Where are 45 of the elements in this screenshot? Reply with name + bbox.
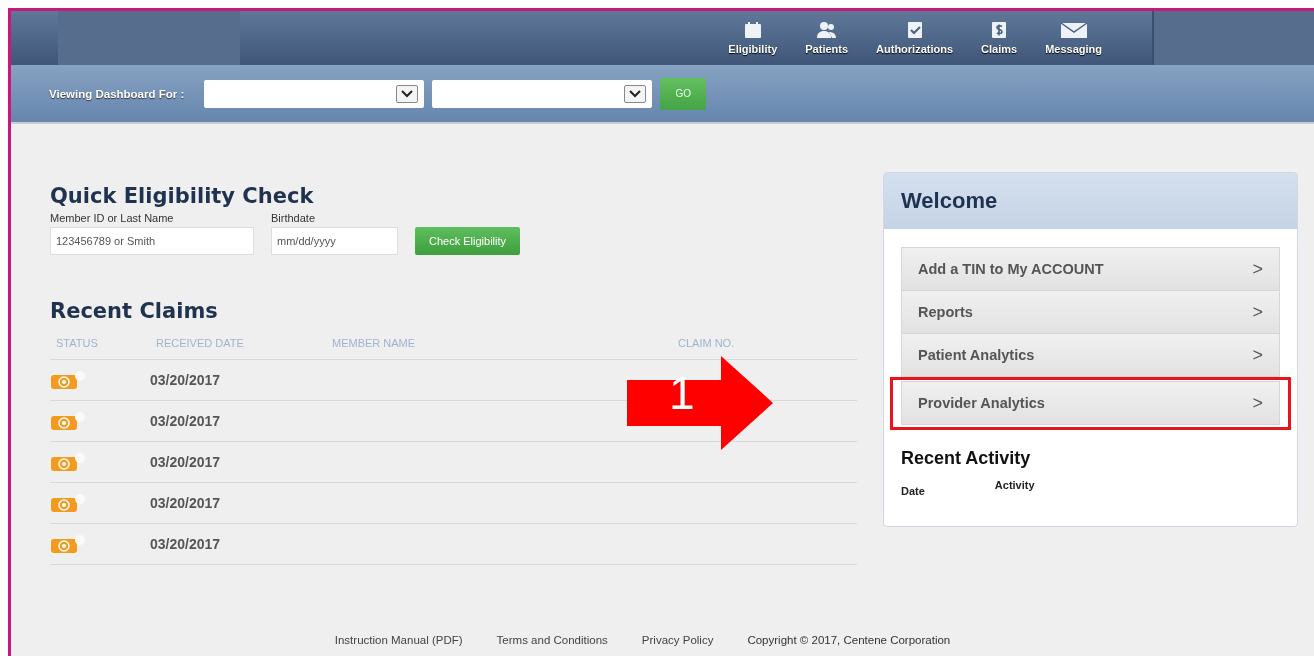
nav-item[interactable]: Claims bbox=[967, 21, 1032, 55]
nav-item[interactable]: Authorizations bbox=[862, 21, 968, 55]
column-header: STATUS bbox=[50, 329, 150, 360]
mail-icon bbox=[1059, 21, 1088, 39]
dropdown[interactable] bbox=[432, 79, 653, 108]
caret-icon bbox=[624, 84, 647, 103]
caret-icon bbox=[396, 84, 419, 103]
status-icon bbox=[50, 494, 86, 512]
input-field[interactable]: 123456789 or Smith bbox=[50, 227, 254, 255]
date-text: 03/20/2017 bbox=[150, 454, 221, 470]
dropdown[interactable] bbox=[204, 79, 425, 108]
nav-item[interactable]: Eligibility bbox=[714, 21, 792, 55]
nav-item[interactable]: Messaging bbox=[1031, 21, 1116, 55]
field-label: Birthdate bbox=[271, 212, 317, 224]
date-text: 03/20/2017 bbox=[150, 413, 221, 429]
column-header: Activity bbox=[994, 479, 1035, 493]
card-title: Welcome bbox=[901, 188, 998, 214]
column-header: MEMBER NAME bbox=[326, 329, 672, 360]
people-icon bbox=[815, 21, 838, 39]
date-text: 03/20/2017 bbox=[150, 536, 221, 552]
menu-item[interactable]: Add a TIN to My ACCOUNT > bbox=[901, 247, 1280, 291]
footer-link[interactable]: Instruction Manual (PDF) bbox=[334, 634, 463, 646]
menu-item[interactable]: Provider Analytics > bbox=[901, 381, 1280, 425]
status-icon bbox=[50, 453, 86, 471]
menu-item[interactable]: Reports > bbox=[901, 290, 1280, 334]
section-title: Recent Claims bbox=[50, 299, 219, 323]
menu-item[interactable]: Patient Analytics > bbox=[901, 333, 1280, 377]
copyright-text: Copyright © 2017, Centene Corporation bbox=[747, 634, 951, 646]
input-field[interactable]: mm/dd/yyyy bbox=[271, 227, 398, 255]
column-header: Date bbox=[901, 485, 925, 497]
status-icon bbox=[50, 371, 86, 389]
section-title: Recent Activity bbox=[901, 448, 1032, 469]
date-text: 03/20/2017 bbox=[150, 495, 221, 511]
footer-link[interactable]: Privacy Policy bbox=[641, 634, 714, 646]
status-icon bbox=[50, 412, 86, 430]
status-icon bbox=[50, 535, 86, 553]
filter-label: Viewing Dashboard For : bbox=[49, 87, 185, 100]
date-text: 03/20/2017 bbox=[150, 372, 221, 388]
footer-link[interactable]: Terms and Conditions bbox=[496, 634, 608, 646]
column-header: RECEIVED DATE bbox=[150, 329, 326, 360]
annotation-number: 1 bbox=[669, 370, 695, 416]
field-label: Member ID or Last Name bbox=[50, 212, 175, 224]
nav-item[interactable]: Patients bbox=[791, 21, 863, 55]
section-title: Quick Eligibility Check bbox=[50, 184, 315, 208]
column-header: CLAIM NO. bbox=[672, 329, 857, 360]
